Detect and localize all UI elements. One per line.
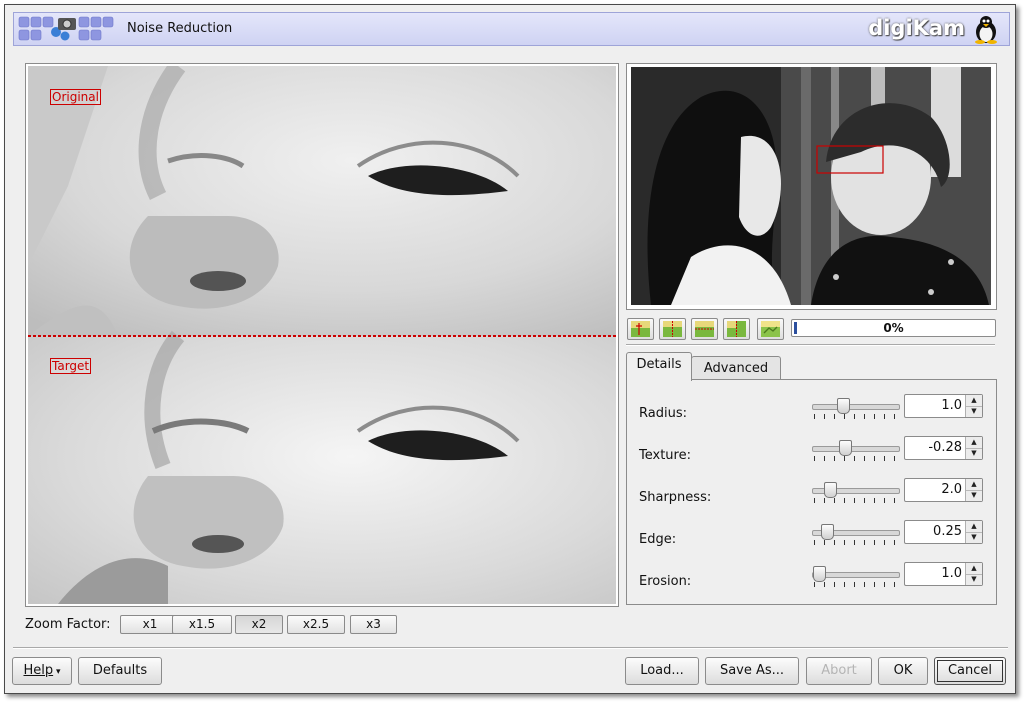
radius-spinbox[interactable]: 1.0 ▲ ▼ [904, 394, 983, 418]
split-horizontal-icon [695, 321, 714, 337]
erosion-spinbox[interactable]: 1.0 ▲ ▼ [904, 562, 983, 586]
zoom-factor-label: Zoom Factor: [25, 617, 111, 632]
save-as-button[interactable]: Save As... [705, 657, 799, 685]
split-horizontal-button[interactable] [691, 318, 718, 340]
sharpness-value: 2.0 [941, 482, 962, 497]
edge-slider-handle[interactable] [821, 524, 834, 540]
erosion-label: Erosion: [639, 574, 692, 589]
zoom-x2.5-button[interactable]: x2.5 [287, 615, 345, 634]
radius-slider-handle[interactable] [837, 398, 850, 414]
children-photo-thumbnail [631, 67, 991, 305]
zoom-x1.5-button[interactable]: x1.5 [172, 615, 232, 634]
split-mirror-icon [727, 321, 746, 337]
radius-down-arrow-icon[interactable]: ▼ [966, 406, 982, 417]
sharpness-slider[interactable] [812, 480, 900, 504]
load-button[interactable]: Load... [625, 657, 699, 685]
sharpness-spinbox[interactable]: 2.0 ▲ ▼ [904, 478, 983, 502]
texture-value: -0.28 [928, 440, 962, 455]
edge-slider[interactable] [812, 522, 900, 546]
radius-label: Radius: [639, 406, 687, 421]
ok-button[interactable]: OK [878, 657, 928, 685]
edge-label: Edge: [639, 532, 677, 547]
original-image-icon [631, 321, 650, 337]
dialog-title: Noise Reduction [127, 21, 233, 36]
separator [626, 344, 995, 346]
help-button-label: Help [23, 663, 54, 678]
erosion-slider-handle[interactable] [813, 566, 826, 582]
erosion-slider[interactable] [812, 564, 900, 588]
edge-down-arrow-icon[interactable]: ▼ [966, 532, 982, 543]
split-vertical-icon [663, 321, 682, 337]
bottom-separator [13, 647, 1008, 649]
face-preview-image [28, 66, 616, 604]
chevron-down-icon: ▾ [53, 667, 61, 677]
split-mirror-button[interactable] [723, 318, 750, 340]
texture-spinbox[interactable]: -0.28 ▲ ▼ [904, 436, 983, 460]
zoom-x1-button[interactable]: x1 [120, 615, 180, 634]
help-button[interactable]: Help ▾ [12, 657, 72, 685]
target-label: Target [50, 358, 92, 374]
split-vertical-button[interactable] [659, 318, 686, 340]
original-label: Original [50, 89, 101, 105]
texture-slider[interactable] [812, 438, 900, 462]
brand-name: digiKam [868, 16, 965, 40]
erosion-down-arrow-icon[interactable]: ▼ [966, 574, 982, 585]
cancel-button[interactable]: Cancel [934, 657, 1006, 685]
radius-value: 1.0 [941, 398, 962, 413]
zoom-x3-button[interactable]: x3 [350, 615, 397, 634]
texture-down-arrow-icon[interactable]: ▼ [966, 448, 982, 459]
erosion-value: 1.0 [941, 566, 962, 581]
image-preview[interactable]: Original Target [25, 63, 619, 607]
thumbnail-navigator[interactable] [626, 63, 997, 310]
texture-slider-handle[interactable] [839, 440, 852, 456]
tab-advanced[interactable]: Advanced [691, 356, 781, 381]
target-image-icon [761, 321, 780, 337]
header-banner: Noise Reduction digiKam [13, 12, 1010, 46]
original-image-button[interactable] [627, 318, 654, 340]
defaults-button[interactable]: Defaults [78, 657, 162, 685]
sharpness-down-arrow-icon[interactable]: ▼ [966, 490, 982, 501]
progress-bar: 0% [791, 319, 996, 337]
digikam-logo-icon [18, 16, 114, 41]
noise-reduction-dialog: Noise Reduction digiKam Original Target … [4, 4, 1016, 694]
progress-text: 0% [883, 321, 904, 335]
radius-slider[interactable] [812, 396, 900, 420]
zoom-x2-button[interactable]: x2 [235, 615, 283, 634]
target-image-button[interactable] [757, 318, 784, 340]
sharpness-slider-handle[interactable] [824, 482, 837, 498]
sharpness-label: Sharpness: [639, 490, 712, 505]
tux-penguin-icon [975, 16, 997, 44]
abort-button[interactable]: Abort [806, 657, 872, 685]
details-panel: Radius: 1.0 ▲ ▼ Texture: -0.28 ▲ ▼ Sharpne… [626, 379, 997, 605]
texture-label: Texture: [639, 448, 691, 463]
edge-spinbox[interactable]: 0.25 ▲ ▼ [904, 520, 983, 544]
tab-details[interactable]: Details [626, 352, 692, 381]
edge-value: 0.25 [933, 524, 962, 539]
